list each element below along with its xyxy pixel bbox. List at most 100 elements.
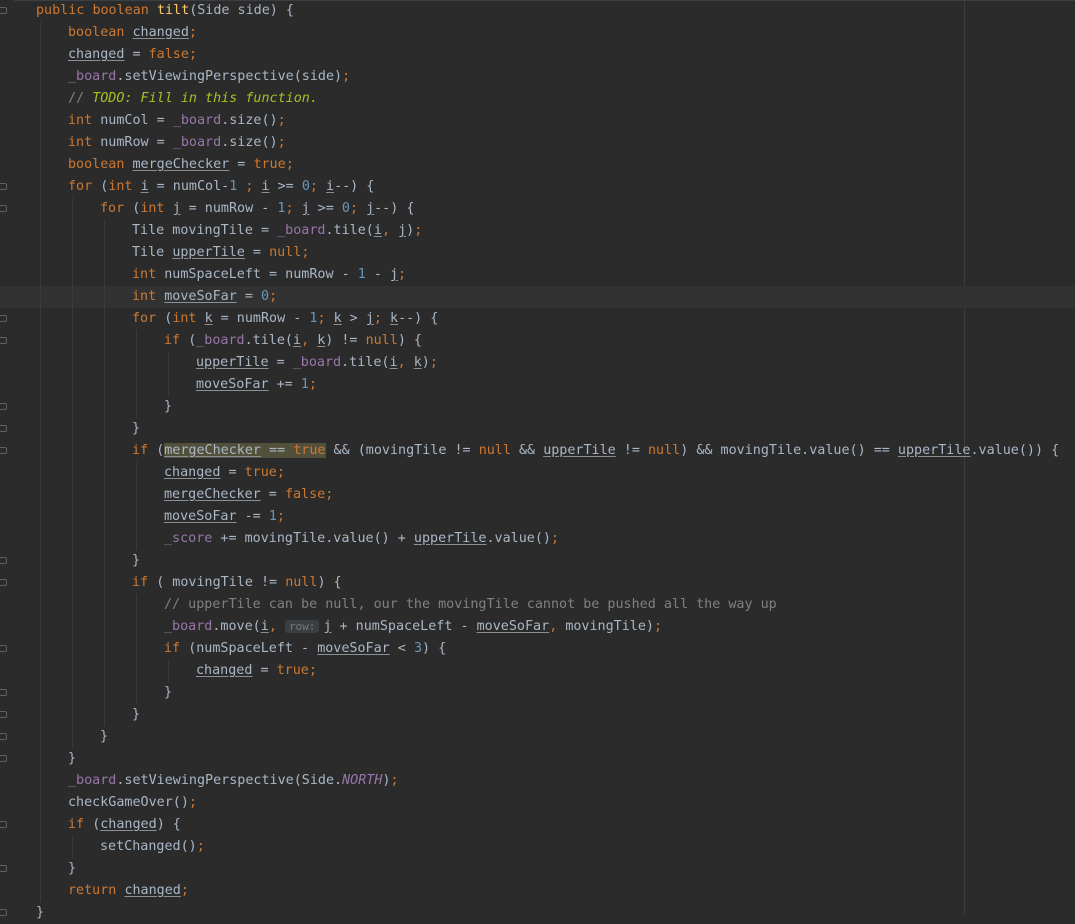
code-line[interactable]: // TODO: Fill in this function.	[0, 88, 1075, 110]
indent-guide	[72, 704, 73, 726]
code-line[interactable]: }	[0, 682, 1075, 704]
code-token: if	[68, 817, 93, 832]
code-line[interactable]: mergeChecker = false;	[0, 484, 1075, 506]
code-line[interactable]: for (int k = numRow - 1; k > j; k--) {	[0, 308, 1075, 330]
code-line[interactable]: public boolean tilt(Side side) {	[0, 0, 1075, 22]
fold-marker-icon[interactable]	[0, 711, 7, 718]
fold-marker-icon[interactable]	[0, 205, 7, 212]
code-line[interactable]: changed = false;	[0, 44, 1075, 66]
indent-guide	[104, 572, 105, 594]
code-line[interactable]: for (int j = numRow - 1; j >= 0; j--) {	[0, 198, 1075, 220]
fold-marker-icon[interactable]	[0, 425, 7, 432]
code-line[interactable]: }	[0, 550, 1075, 572]
code-line[interactable]: checkGameOver();	[0, 792, 1075, 814]
code-line[interactable]: return changed;	[0, 880, 1075, 902]
indent-guide	[40, 308, 41, 330]
code-line[interactable]: }	[0, 858, 1075, 880]
code-token: changed	[164, 465, 221, 480]
code-text: }	[132, 550, 140, 572]
code-token: ;	[180, 883, 189, 898]
code-text: int moveSoFar = 0;	[132, 286, 277, 308]
code-line[interactable]: setChanged();	[0, 836, 1075, 858]
fold-marker-icon[interactable]	[0, 733, 7, 740]
indent-guide	[40, 726, 41, 748]
fold-marker-icon[interactable]	[0, 447, 7, 454]
code-line[interactable]: boolean mergeChecker = true;	[0, 154, 1075, 176]
code-token: +=	[268, 377, 301, 392]
code-line[interactable]: if (changed) {	[0, 814, 1075, 836]
code-line[interactable]: for (int i = numCol-1 ; i >= 0; i--) {	[0, 176, 1075, 198]
code-line[interactable]: _score += movingTile.value() + upperTile…	[0, 528, 1075, 550]
code-text: setChanged();	[100, 836, 205, 858]
code-token: _board	[277, 223, 326, 238]
indent-guide	[40, 682, 41, 704]
fold-marker-icon[interactable]	[0, 7, 7, 14]
indent-guide	[40, 286, 41, 308]
code-token: ;	[325, 487, 334, 502]
code-token: null	[285, 575, 318, 590]
fold-marker-icon[interactable]	[0, 315, 7, 322]
fold-marker-icon[interactable]	[0, 579, 7, 586]
indent-guide	[72, 440, 73, 462]
code-line[interactable]: moveSoFar += 1;	[0, 374, 1075, 396]
code-editor[interactable]: public boolean tilt(Side side) {boolean …	[0, 0, 1075, 920]
indent-guide	[104, 264, 105, 286]
code-line[interactable]: changed = true;	[0, 462, 1075, 484]
code-line[interactable]: boolean changed;	[0, 22, 1075, 44]
indent-guide	[72, 550, 73, 572]
code-line[interactable]: }	[0, 726, 1075, 748]
code-line[interactable]: }	[0, 748, 1075, 770]
code-token: 0	[341, 201, 350, 216]
code-line[interactable]: }	[0, 418, 1075, 440]
fold-marker-icon[interactable]	[0, 183, 7, 190]
code-line[interactable]: if (mergeChecker == true && (movingTile …	[0, 440, 1075, 462]
code-line[interactable]: Tile movingTile = _board.tile(i, j);	[0, 220, 1075, 242]
indent-guide	[136, 484, 137, 506]
code-token: ;	[308, 377, 317, 392]
code-line[interactable]: if ( movingTile != null) {	[0, 572, 1075, 594]
code-line[interactable]: }	[0, 902, 1075, 924]
code-line[interactable]: int numRow = _board.size();	[0, 132, 1075, 154]
code-line[interactable]: moveSoFar -= 1;	[0, 506, 1075, 528]
code-line[interactable]: }	[0, 704, 1075, 726]
code-token: i	[326, 179, 335, 194]
fold-marker-icon[interactable]	[0, 821, 7, 828]
code-line[interactable]: upperTile = _board.tile(i, k);	[0, 352, 1075, 374]
indent-guide	[136, 660, 137, 682]
code-line[interactable]: _board.setViewingPerspective(Side.NORTH)…	[0, 770, 1075, 792]
code-text: moveSoFar -= 1;	[164, 506, 285, 528]
code-token: ,	[301, 333, 318, 348]
code-line[interactable]: if (_board.tile(i, k) != null) {	[0, 330, 1075, 352]
code-text: }	[164, 396, 172, 418]
fold-marker-icon[interactable]	[0, 865, 7, 872]
code-line[interactable]: if (numSpaceLeft - moveSoFar < 3) {	[0, 638, 1075, 660]
fold-marker-icon[interactable]	[0, 557, 7, 564]
code-token: i	[293, 333, 302, 348]
fold-marker-icon[interactable]	[0, 645, 7, 652]
code-token: >=	[309, 201, 342, 216]
code-token: j	[366, 201, 375, 216]
code-token: }	[132, 421, 141, 436]
code-line[interactable]: Tile upperTile = null;	[0, 242, 1075, 264]
code-line[interactable]: changed = true;	[0, 660, 1075, 682]
fold-marker-icon[interactable]	[0, 755, 7, 762]
fold-marker-icon[interactable]	[0, 403, 7, 410]
code-line[interactable]: _board.move(i, row: j + numSpaceLeft - mo…	[0, 616, 1075, 638]
code-line[interactable]: // upperTile can be null, our the moving…	[0, 594, 1075, 616]
indent-guide	[72, 638, 73, 660]
fold-marker-icon[interactable]	[0, 337, 7, 344]
code-line[interactable]: int numCol = _board.size();	[0, 110, 1075, 132]
param-hint-badge: row:	[284, 620, 320, 633]
fold-marker-icon[interactable]	[0, 689, 7, 696]
code-token: if	[164, 641, 189, 656]
code-token: ;	[390, 773, 399, 788]
code-line[interactable]: int moveSoFar = 0;	[0, 286, 1075, 308]
code-token: mergeChecker	[132, 157, 230, 172]
code-token: =	[220, 465, 245, 480]
code-text: // upperTile can be null, our the moving…	[164, 594, 777, 616]
code-text: moveSoFar += 1;	[196, 374, 317, 396]
code-line[interactable]: }	[0, 396, 1075, 418]
code-token: ;	[277, 113, 286, 128]
code-line[interactable]: int numSpaceLeft = numRow - 1 - j;	[0, 264, 1075, 286]
code-line[interactable]: _board.setViewingPerspective(side);	[0, 66, 1075, 88]
